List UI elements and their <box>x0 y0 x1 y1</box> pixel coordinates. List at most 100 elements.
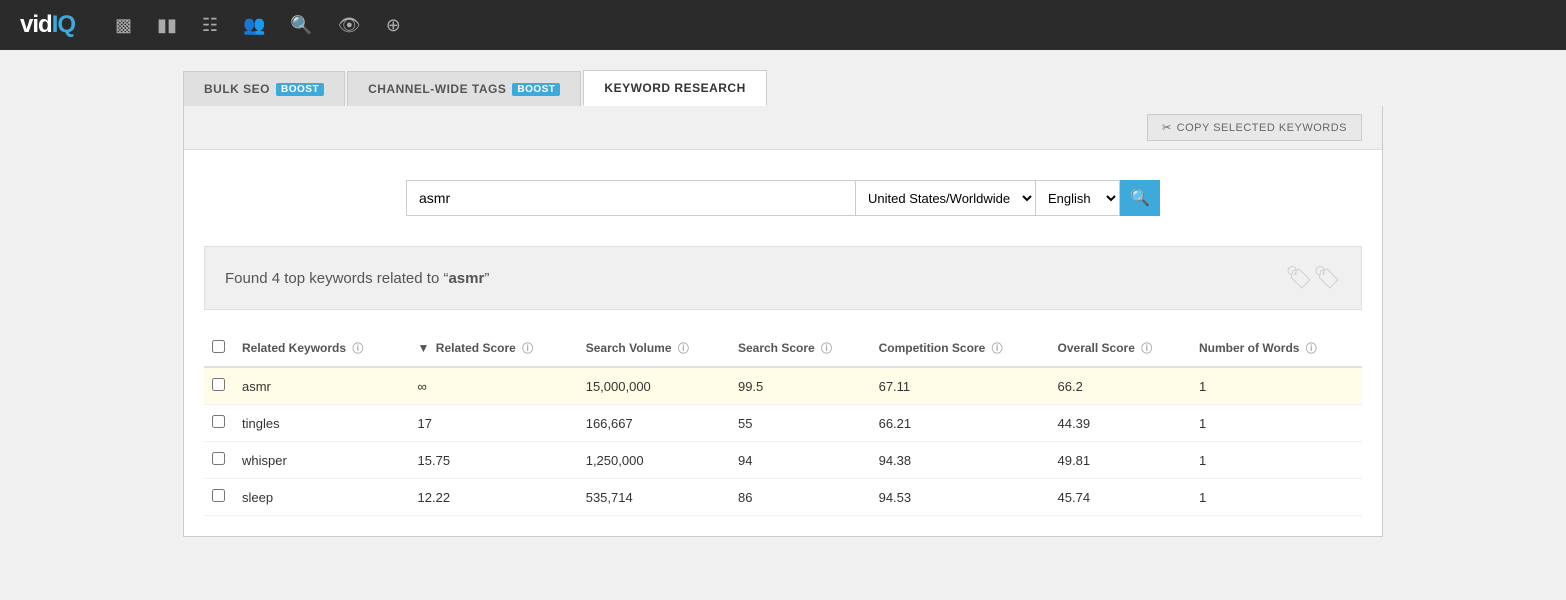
related-keywords-help-icon[interactable]: ⓘ <box>352 343 363 355</box>
sort-icon: ▼ <box>418 341 430 355</box>
people-icon[interactable]: 👥 <box>243 15 265 36</box>
header-checkbox-cell <box>204 330 234 367</box>
row-competition-score: 94.53 <box>871 479 1050 516</box>
result-text-prefix: Found 4 top keywords related to “ <box>225 270 448 287</box>
tab-channel-wide-tags-badge: BOOST <box>512 83 560 96</box>
main-content: BULK SEO BOOST CHANNEL-WIDE TAGS BOOST K… <box>183 50 1383 537</box>
header-related-score[interactable]: ▼ Related Score ⓘ <box>410 330 578 367</box>
row-search-volume: 1,250,000 <box>578 442 730 479</box>
result-banner-text: Found 4 top keywords related to “asmr” <box>225 270 489 287</box>
tab-channel-wide-tags[interactable]: CHANNEL-WIDE TAGS BOOST <box>347 71 581 106</box>
row-checkbox-cell <box>204 479 234 516</box>
grid-icon[interactable]: ☷ <box>202 15 218 36</box>
competition-score-help-icon[interactable]: ⓘ <box>992 343 1003 355</box>
num-words-help-icon[interactable]: ⓘ <box>1306 343 1317 355</box>
header-competition-score: Competition Score ⓘ <box>871 330 1050 367</box>
search-area: United States/Worldwide United Kingdom C… <box>184 150 1382 246</box>
header-competition-score-label: Competition Score <box>879 341 986 355</box>
row-search-score: 86 <box>730 479 871 516</box>
tab-keyword-research-label: KEYWORD RESEARCH <box>604 81 745 95</box>
region-select[interactable]: United States/Worldwide United Kingdom C… <box>856 180 1036 216</box>
select-all-checkbox[interactable] <box>212 340 225 353</box>
result-text-suffix: ” <box>484 270 489 287</box>
row-search-volume: 166,667 <box>578 405 730 442</box>
row-checkbox-cell <box>204 442 234 479</box>
row-related-score: 17 <box>410 405 578 442</box>
header-search-volume-label: Search Volume <box>586 341 672 355</box>
row-related-score: 15.75 <box>410 442 578 479</box>
logo-vid: vid <box>20 11 52 38</box>
tab-bulk-seo[interactable]: BULK SEO BOOST <box>183 71 345 106</box>
header-overall-score: Overall Score ⓘ <box>1050 330 1191 367</box>
video-icon[interactable]: ▮▮ <box>157 15 177 36</box>
tag-icon: 🏷🏷 <box>1285 265 1341 291</box>
table-header: Related Keywords ⓘ ▼ Related Score ⓘ Sea… <box>204 330 1362 367</box>
row-checkbox[interactable] <box>212 452 225 465</box>
row-overall-score: 45.74 <box>1050 479 1191 516</box>
logo-iq: IQ <box>52 11 75 38</box>
row-checkbox[interactable] <box>212 489 225 502</box>
tab-keyword-research[interactable]: KEYWORD RESEARCH <box>583 70 766 106</box>
header-num-words: Number of Words ⓘ <box>1191 330 1362 367</box>
row-competition-score: 66.21 <box>871 405 1050 442</box>
row-overall-score: 66.2 <box>1050 367 1191 405</box>
keyword-search-input[interactable] <box>406 180 856 216</box>
search-icon[interactable]: 🔍 <box>290 15 312 36</box>
result-keyword: asmr <box>448 270 484 287</box>
row-competition-score: 67.11 <box>871 367 1050 405</box>
search-volume-help-icon[interactable]: ⓘ <box>678 343 689 355</box>
top-navigation: vidIQ ▩ ▮▮ ☷ 👥 🔍 👁 ⊕ <box>0 0 1566 50</box>
result-banner: Found 4 top keywords related to “asmr” 🏷… <box>204 246 1362 310</box>
row-keyword: sleep <box>234 479 410 516</box>
row-keyword: asmr <box>234 367 410 405</box>
row-keyword: tingles <box>234 405 410 442</box>
row-num-words: 1 <box>1191 479 1362 516</box>
eye-icon[interactable]: 👁 <box>338 15 361 36</box>
header-search-volume: Search Volume ⓘ <box>578 330 730 367</box>
row-search-score: 55 <box>730 405 871 442</box>
header-search-score-label: Search Score <box>738 341 815 355</box>
tabs: BULK SEO BOOST CHANNEL-WIDE TAGS BOOST K… <box>183 70 1383 106</box>
row-competition-score: 94.38 <box>871 442 1050 479</box>
row-checkbox[interactable] <box>212 378 225 391</box>
logo: vidIQ <box>20 11 75 39</box>
language-select[interactable]: English Spanish French German <box>1036 180 1120 216</box>
row-num-words: 1 <box>1191 442 1362 479</box>
row-checkbox-cell <box>204 367 234 405</box>
header-overall-score-label: Overall Score <box>1058 341 1135 355</box>
row-search-volume: 535,714 <box>578 479 730 516</box>
row-checkbox-cell <box>204 405 234 442</box>
row-num-words: 1 <box>1191 405 1362 442</box>
related-score-help-icon[interactable]: ⓘ <box>522 343 533 355</box>
nav-icons: ▩ ▮▮ ☷ 👥 🔍 👁 ⊕ <box>115 15 401 36</box>
header-search-score: Search Score ⓘ <box>730 330 871 367</box>
row-overall-score: 49.81 <box>1050 442 1191 479</box>
bar-chart-icon[interactable]: ▩ <box>115 15 132 36</box>
row-search-score: 94 <box>730 442 871 479</box>
row-keyword: whisper <box>234 442 410 479</box>
keywords-table: Related Keywords ⓘ ▼ Related Score ⓘ Sea… <box>204 330 1362 516</box>
toolbar: ✂ COPY SELECTED KEYWORDS <box>184 106 1382 150</box>
header-related-score-label: Related Score <box>436 341 516 355</box>
overall-score-help-icon[interactable]: ⓘ <box>1141 343 1152 355</box>
row-overall-score: 44.39 <box>1050 405 1191 442</box>
tab-channel-wide-tags-label: CHANNEL-WIDE TAGS <box>368 82 506 96</box>
search-button-icon: 🔍 <box>1130 188 1150 208</box>
row-related-score: 12.22 <box>410 479 578 516</box>
tab-bulk-seo-badge: BOOST <box>276 83 324 96</box>
row-search-volume: 15,000,000 <box>578 367 730 405</box>
search-button[interactable]: 🔍 <box>1120 180 1160 216</box>
copy-button-label: COPY SELECTED KEYWORDS <box>1177 122 1347 134</box>
tab-bulk-seo-label: BULK SEO <box>204 82 270 96</box>
header-related-keywords: Related Keywords ⓘ <box>234 330 410 367</box>
table-row: whisper 15.75 1,250,000 94 94.38 49.81 1 <box>204 442 1362 479</box>
row-search-score: 99.5 <box>730 367 871 405</box>
table-body: asmr ∞ 15,000,000 99.5 67.11 66.2 1 ting… <box>204 367 1362 516</box>
copy-selected-keywords-button[interactable]: ✂ COPY SELECTED KEYWORDS <box>1147 114 1362 141</box>
row-checkbox[interactable] <box>212 415 225 428</box>
search-score-help-icon[interactable]: ⓘ <box>821 343 832 355</box>
header-related-keywords-label: Related Keywords <box>242 341 346 355</box>
header-num-words-label: Number of Words <box>1199 341 1299 355</box>
plus-circle-icon[interactable]: ⊕ <box>386 15 401 36</box>
panel: ✂ COPY SELECTED KEYWORDS United States/W… <box>183 106 1383 537</box>
